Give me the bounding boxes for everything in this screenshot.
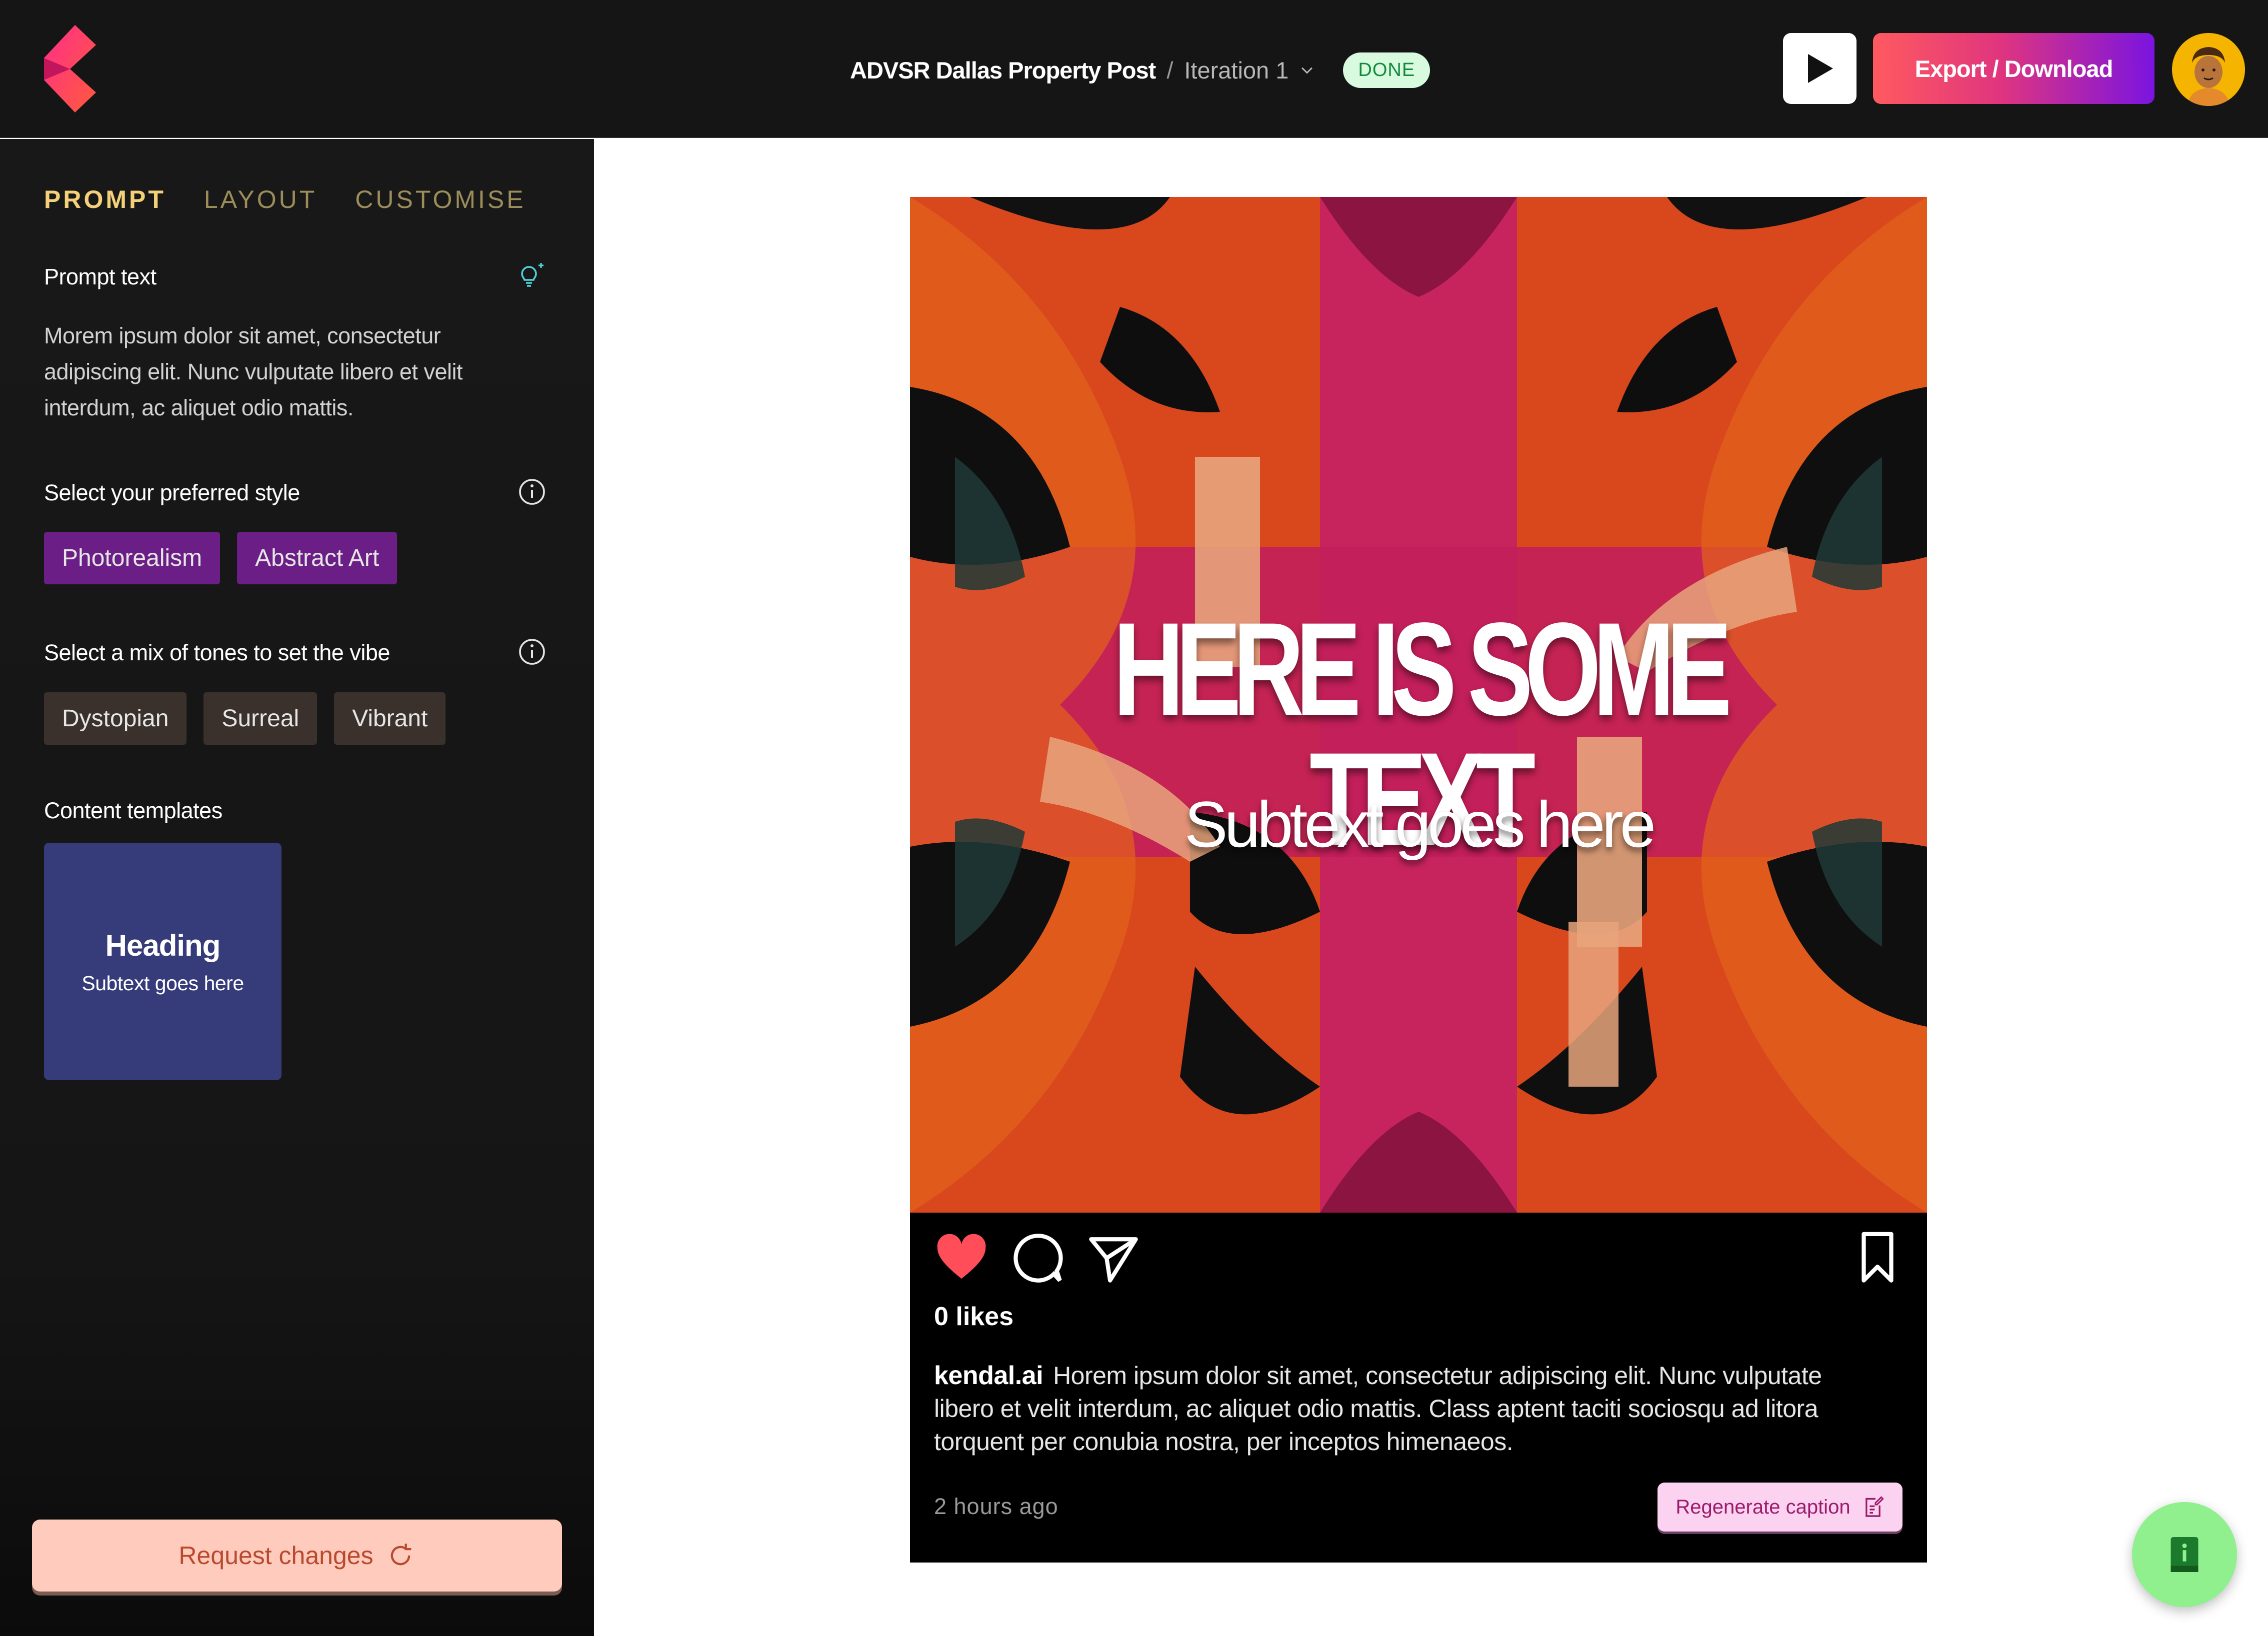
style-label: Select your preferred style — [44, 480, 300, 505]
preview-play-button[interactable] — [1783, 33, 1856, 104]
caption-text: Horem ipsum dolor sit amet, consectetur … — [934, 1362, 1822, 1456]
templates-label: Content templates — [44, 798, 222, 823]
play-icon — [1808, 54, 1833, 83]
info-book-icon — [2170, 1537, 2198, 1572]
regenerate-caption-label: Regenerate caption — [1676, 1496, 1850, 1518]
request-changes-button[interactable]: Request changes — [32, 1520, 562, 1592]
lightbulb-sparkle-icon[interactable] — [518, 261, 546, 289]
heart-icon[interactable] — [934, 1231, 989, 1286]
breadcrumb-separator: / — [1166, 56, 1174, 83]
social-post-preview: HERE IS SOME TEXT Subtext goes here 0 li… — [910, 197, 1927, 1563]
sidebar-tabs: PROMPT LAYOUT CUSTOMISE — [44, 185, 526, 214]
breadcrumb: ADVSR Dallas Property Post / Iteration 1… — [850, 52, 1430, 88]
tab-customise[interactable]: CUSTOMISE — [355, 185, 526, 214]
post-overlay-subtext[interactable]: Subtext goes here — [910, 787, 1927, 862]
kendal-logo-icon[interactable] — [44, 25, 96, 112]
post-image[interactable]: HERE IS SOME TEXT Subtext goes here — [910, 197, 1927, 1213]
prompt-text-area[interactable]: Morem ipsum dolor sit amet, consectetur … — [44, 318, 504, 426]
post-timestamp: 2 hours ago — [934, 1494, 1058, 1519]
regenerate-caption-button[interactable]: Regenerate caption — [1658, 1483, 1902, 1532]
refresh-icon — [390, 1544, 412, 1566]
info-icon[interactable] — [518, 478, 546, 506]
tab-prompt[interactable]: PROMPT — [44, 185, 166, 214]
prompt-label: Prompt text — [44, 264, 156, 289]
edit-document-icon — [1865, 1496, 1884, 1517]
iteration-selector[interactable]: Iteration 1 — [1184, 56, 1288, 84]
request-changes-label: Request changes — [178, 1542, 374, 1570]
tone-chip-surreal[interactable]: Surreal — [204, 692, 318, 745]
avatar[interactable] — [2172, 33, 2245, 106]
tone-label: Select a mix of tones to set the vibe — [44, 640, 390, 665]
send-icon[interactable] — [1086, 1231, 1141, 1286]
top-bar: ADVSR Dallas Property Post / Iteration 1… — [0, 0, 2268, 138]
info-icon[interactable] — [518, 638, 546, 666]
tab-layout[interactable]: LAYOUT — [204, 185, 317, 214]
post-actions — [910, 1231, 1927, 1291]
status-badge: DONE — [1343, 52, 1430, 88]
style-chip-abstract-art[interactable]: Abstract Art — [237, 532, 398, 584]
chevron-down-icon[interactable] — [1298, 61, 1316, 78]
project-title[interactable]: ADVSR Dallas Property Post — [850, 56, 1156, 84]
post-caption: kendal.ai Horem ipsum dolor sit amet, con… — [934, 1359, 1884, 1458]
tone-chip-dystopian[interactable]: Dystopian — [44, 692, 187, 745]
tone-chips: Dystopian Surreal Vibrant — [44, 692, 446, 745]
help-fab-button[interactable] — [2132, 1502, 2237, 1607]
tone-chip-vibrant[interactable]: Vibrant — [334, 692, 446, 745]
style-chips: Photorealism Abstract Art — [44, 532, 398, 584]
content-template-card[interactable]: Heading Subtext goes here — [44, 843, 282, 1080]
bookmark-icon[interactable] — [1850, 1231, 1905, 1286]
template-heading: Heading — [105, 928, 221, 962]
avatar-icon — [2172, 33, 2245, 106]
style-chip-photorealism[interactable]: Photorealism — [44, 532, 220, 584]
post-username[interactable]: kendal.ai — [934, 1361, 1044, 1390]
template-subtext: Subtext goes here — [82, 971, 244, 995]
likes-count: 0 likes — [934, 1302, 1014, 1331]
export-download-button[interactable]: Export / Download — [1873, 33, 2154, 104]
comment-icon[interactable] — [1010, 1231, 1065, 1286]
sidebar: PROMPT LAYOUT CUSTOMISE Prompt text More… — [0, 139, 594, 1636]
